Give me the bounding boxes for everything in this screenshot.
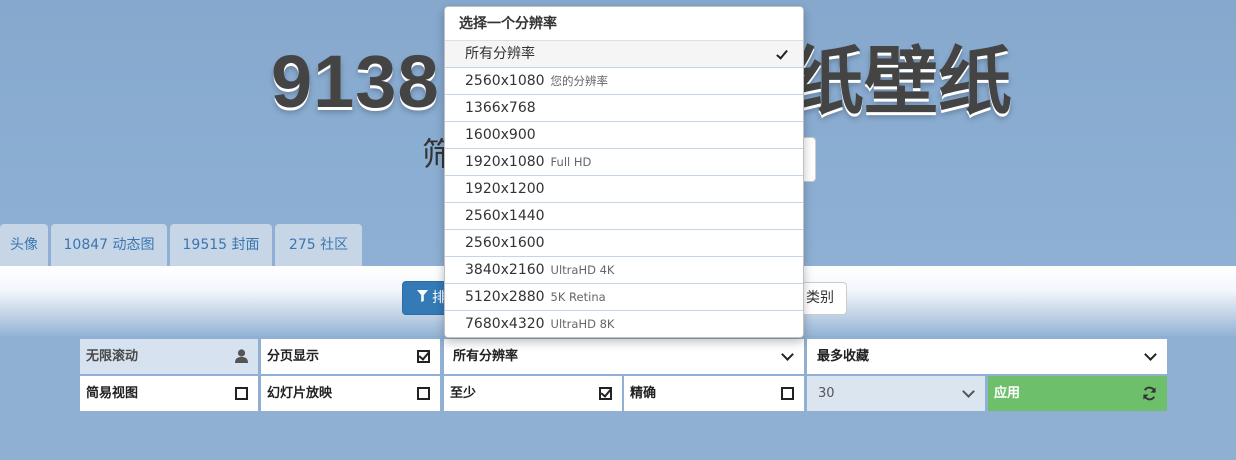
page-title-right: 纸壁纸	[790, 39, 1012, 125]
simple-view-label: 简易视图	[86, 386, 139, 401]
resolution-option-2560x1440[interactable]: 2560x1440	[445, 203, 803, 230]
tab-label: 19515 封面	[182, 237, 260, 253]
sort-select[interactable]: 最多收藏	[807, 339, 1167, 374]
pagination-label: 分页显示	[267, 349, 320, 364]
option-label: 7680x4320	[465, 316, 545, 332]
option-label: 所有分辨率	[465, 46, 535, 62]
option-sublabel: Full HD	[550, 155, 592, 169]
tab-avatar[interactable]: 头像	[0, 224, 48, 266]
option-label: 1920x1080	[465, 154, 545, 170]
resolution-option-5120x2880[interactable]: 5120x2880 5K Retina	[445, 284, 803, 311]
option-label: 1920x1200	[465, 181, 545, 197]
tab-animated[interactable]: 10847 动态图	[51, 224, 167, 266]
option-sublabel: 您的分辨率	[550, 74, 609, 88]
option-label: 1366x768	[465, 100, 536, 116]
page-title-left: 9138	[271, 40, 440, 123]
tab-label: 头像	[10, 237, 38, 253]
chevron-down-icon	[781, 348, 794, 361]
slideshow-label: 幻灯片放映	[267, 386, 333, 401]
simple-view-checkbox[interactable]	[235, 387, 248, 400]
option-sublabel: UltraHD 8K	[550, 317, 615, 331]
tab-label: 275 社区	[288, 237, 349, 253]
exact-checkbox[interactable]	[781, 387, 794, 400]
user-icon	[235, 349, 248, 363]
resolution-option-7680x4320[interactable]: 7680x4320 UltraHD 8K	[445, 311, 803, 337]
option-sublabel: UltraHD 4K	[550, 263, 615, 277]
chevron-down-icon	[1144, 348, 1157, 361]
infinite-scroll-label: 无限滚动	[86, 349, 139, 364]
option-label: 2560x1440	[465, 208, 545, 224]
apply-button[interactable]: 应用	[988, 376, 1167, 411]
exact-option[interactable]: 精确	[624, 376, 804, 411]
tab-covers[interactable]: 19515 封面	[170, 224, 272, 266]
chevron-down-icon	[962, 385, 975, 398]
exact-label: 精确	[630, 386, 657, 401]
option-sublabel: 5K Retina	[550, 290, 606, 304]
option-label: 2560x1080	[465, 73, 545, 89]
infinite-scroll-option[interactable]: 无限滚动	[80, 339, 258, 374]
tab-community[interactable]: 275 社区	[275, 224, 362, 266]
category-button-label: 类别	[806, 290, 834, 306]
resolution-option-1920x1200[interactable]: 1920x1200	[445, 176, 803, 203]
resolution-option-3840x2160[interactable]: 3840x2160 UltraHD 4K	[445, 257, 803, 284]
simple-view-option[interactable]: 简易视图	[80, 376, 258, 411]
slideshow-option[interactable]: 幻灯片放映	[261, 376, 440, 411]
option-label: 5120x2880	[465, 289, 545, 305]
at-least-option[interactable]: 至少	[444, 376, 622, 411]
resolution-option-1920x1080[interactable]: 1920x1080 Full HD	[445, 149, 803, 176]
sort-button[interactable]: 排	[402, 281, 448, 315]
resolution-option-all[interactable]: 所有分辨率	[445, 41, 803, 68]
resolution-select-value: 所有分辨率	[453, 349, 519, 364]
resolution-option-1366x768[interactable]: 1366x768	[445, 95, 803, 122]
option-label: 3840x2160	[465, 262, 545, 278]
resolution-option-1600x900[interactable]: 1600x900	[445, 122, 803, 149]
option-label: 2560x1600	[465, 235, 545, 251]
dropdown-header: 选择一个分辨率	[445, 7, 803, 41]
resolution-option-2560x1080[interactable]: 2560x1080 您的分辨率	[445, 68, 803, 95]
resolution-dropdown: 选择一个分辨率 所有分辨率 2560x1080 您的分辨率 1366x768 16…	[444, 6, 804, 338]
pagination-option[interactable]: 分页显示	[261, 339, 440, 374]
tab-label: 10847 动态图	[63, 237, 155, 253]
resolution-select[interactable]: 所有分辨率	[444, 339, 804, 374]
sort-select-value: 最多收藏	[817, 349, 870, 364]
slideshow-checkbox[interactable]	[417, 387, 430, 400]
option-label: 1600x900	[465, 127, 536, 143]
at-least-label: 至少	[450, 386, 477, 401]
at-least-checkbox[interactable]	[599, 387, 612, 400]
per-page-value: 30	[818, 386, 835, 401]
apply-button-label: 应用	[994, 386, 1021, 401]
filter-icon	[417, 290, 432, 306]
pagination-checkbox[interactable]	[417, 350, 430, 363]
check-icon	[776, 47, 788, 60]
per-page-select[interactable]: 30	[807, 376, 985, 411]
refresh-icon	[1143, 386, 1156, 401]
resolution-option-2560x1600[interactable]: 2560x1600	[445, 230, 803, 257]
